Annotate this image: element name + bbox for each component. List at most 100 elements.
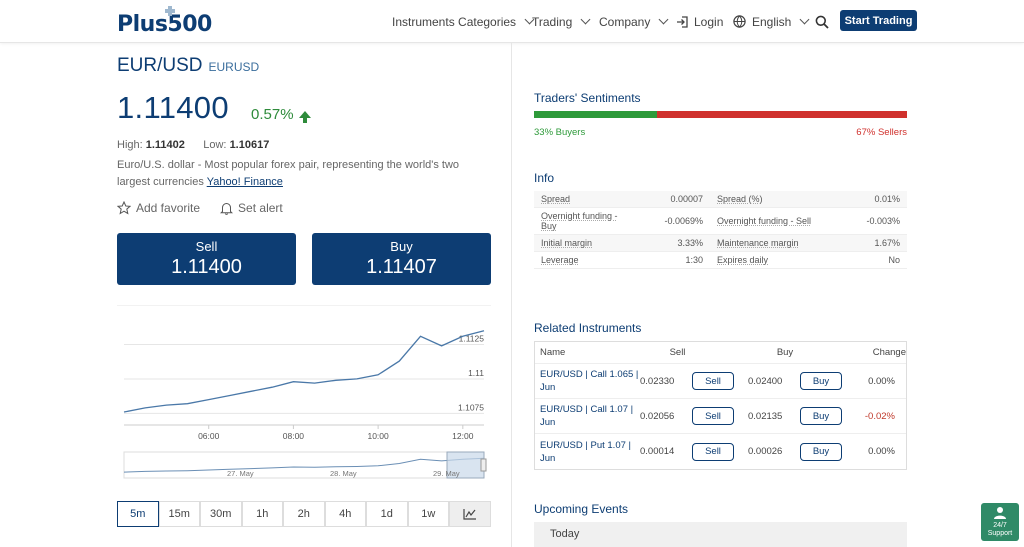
info-label: Initial margin <box>541 238 593 248</box>
chart-type-button[interactable] <box>449 501 491 527</box>
search-icon <box>815 15 829 29</box>
related-buy-button[interactable]: Buy <box>800 442 842 461</box>
timeframe-15m[interactable]: 15m <box>158 501 200 527</box>
y-tick-label: 1.1075 <box>458 402 484 412</box>
navigator-frame <box>123 451 485 479</box>
related-sell-price: 0.02056 <box>640 410 675 422</box>
set-alert-label: Set alert <box>238 201 283 215</box>
column-header: Buy <box>776 347 794 358</box>
set-alert-button[interactable]: Set alert <box>220 201 283 215</box>
buyers-label: 33% Buyers <box>534 127 586 138</box>
nav-label: Trading <box>532 14 573 29</box>
info-label: Expires daily <box>717 255 769 265</box>
nav-company[interactable]: Company <box>599 0 669 43</box>
info-value: No <box>888 255 900 265</box>
info-row: Overnight funding - Buy -0.0069% Overnight… <box>534 208 907 235</box>
info-label: Leverage <box>541 255 579 265</box>
related-row: EUR/USD | Put 1.07 | Jun 0.00014 Sell 0.000… <box>535 434 906 469</box>
related-sell-button[interactable]: Sell <box>692 407 734 425</box>
related-sell-button[interactable]: Sell <box>692 442 734 461</box>
related-sell-price: 0.00014 <box>640 446 675 457</box>
low-label: Low: <box>203 139 227 151</box>
related-buy-button[interactable]: Buy <box>800 407 842 425</box>
column-header: Change <box>872 347 906 358</box>
related-sell-price: 0.02330 <box>640 375 675 387</box>
current-price: 1.11400 <box>117 90 229 125</box>
timeframe-4h[interactable]: 4h <box>324 501 366 527</box>
column-header: Sell <box>669 347 686 358</box>
arrow-up-icon <box>298 111 311 123</box>
star-icon <box>117 201 131 215</box>
price-change: 0.57% <box>251 106 311 123</box>
timeframe-2h[interactable]: 2h <box>283 501 325 527</box>
x-tick-label: 12:00 <box>452 431 474 441</box>
info-value: -0.003% <box>866 216 900 226</box>
plus500-logo[interactable]: Plus500 <box>117 6 227 37</box>
timeframe-1w[interactable]: 1w <box>407 501 449 527</box>
related-sell-button[interactable]: Sell <box>692 372 734 390</box>
navigator-handle[interactable] <box>480 458 487 472</box>
instrument-symbol: EURUSD <box>208 60 260 74</box>
related-change: 0.00% <box>868 375 895 387</box>
navigator-label: 27. May <box>227 469 254 478</box>
high-low: High: 1.11402 Low: 1.10617 <box>117 139 269 151</box>
search-button[interactable] <box>815 0 829 43</box>
related-title: Related Instruments <box>534 321 642 335</box>
sell-label: Sell <box>195 239 218 254</box>
sentiment-title: Traders' Sentiments <box>534 91 641 105</box>
info-label: Spread <box>541 194 571 204</box>
info-title: Info <box>534 171 555 185</box>
info-value: -0.0069% <box>664 216 703 226</box>
add-favorite-button[interactable]: Add favorite <box>117 201 200 215</box>
related-buy-price: 0.02400 <box>748 375 783 387</box>
chevron-down-icon <box>580 14 591 25</box>
support-widget[interactable]: 24/7 Support <box>981 503 1019 541</box>
support-label: Support <box>987 530 1013 537</box>
today-row[interactable]: Today <box>534 522 907 547</box>
nav-label: Company <box>599 14 651 29</box>
instrument-name: EUR/USD <box>117 55 203 76</box>
related-instruments-table: Name Sell Buy Change EUR/USD | Call 1.065 | … <box>534 341 907 470</box>
related-change: -0.02% <box>864 410 895 422</box>
instrument-title: EUR/USD EURUSD <box>117 55 259 77</box>
related-header-row: Name Sell Buy Change <box>535 342 906 364</box>
navigator-label: 29. May <box>433 469 460 478</box>
nav-trading[interactable]: Trading <box>532 0 591 43</box>
price-chart[interactable]: 1.1075 1.11 1.1125 06:00 08:00 10:00 12:00 27… <box>117 305 491 495</box>
related-instrument-name[interactable]: EUR/USD | Call 1.07 | Jun <box>535 403 640 429</box>
high-label: High: <box>117 139 143 151</box>
yahoo-finance-link[interactable]: Yahoo! Finance <box>207 176 283 188</box>
login-icon <box>677 15 688 28</box>
x-tick-label: 10:00 <box>367 431 389 441</box>
x-tick-label: 08:00 <box>283 431 305 441</box>
related-instrument-name[interactable]: EUR/USD | Put 1.07 | Jun <box>535 439 640 465</box>
timeframe-1h[interactable]: 1h <box>241 501 283 527</box>
info-value: 1.67% <box>874 238 900 248</box>
logo-plus-icon <box>165 6 175 16</box>
login-link[interactable]: Login <box>676 0 723 43</box>
column-divider <box>511 43 512 547</box>
info-row: Spread 0.00007 Spread (%) 0.01% <box>534 191 907 208</box>
related-row: EUR/USD | Call 1.07 | Jun 0.02056 Sell 0.02… <box>535 399 906 434</box>
info-row: Leverage 1:30 Expires daily No <box>534 252 907 269</box>
language-selector[interactable]: English <box>733 0 810 43</box>
support-247: 24/7 <box>993 522 1007 529</box>
globe-icon <box>733 15 746 28</box>
info-row: Initial margin 3.33% Maintenance margin 1.6… <box>534 235 907 252</box>
sell-price: 1.11400 <box>171 256 242 278</box>
nav-instruments-categories[interactable]: Instruments Categories <box>392 0 535 43</box>
buy-label: Buy <box>390 239 413 254</box>
top-navigation-bar: Plus500 Instruments Categories Trading C… <box>0 0 1024 43</box>
timeframe-30m[interactable]: 30m <box>200 501 242 527</box>
chevron-down-icon <box>658 14 669 25</box>
y-tick-label: 1.1125 <box>459 334 485 344</box>
related-instrument-name[interactable]: EUR/USD | Call 1.065 | Jun <box>535 368 640 394</box>
related-buy-button[interactable]: Buy <box>800 372 842 390</box>
line-chart-icon <box>463 509 476 520</box>
timeframe-1d[interactable]: 1d <box>366 501 408 527</box>
x-tick-label: 06:00 <box>198 431 220 441</box>
buy-button[interactable]: Buy 1.11407 <box>312 233 491 285</box>
sell-button[interactable]: Sell 1.11400 <box>117 233 296 285</box>
start-trading-button[interactable]: Start Trading <box>840 10 917 31</box>
timeframe-5m[interactable]: 5m <box>117 501 159 527</box>
